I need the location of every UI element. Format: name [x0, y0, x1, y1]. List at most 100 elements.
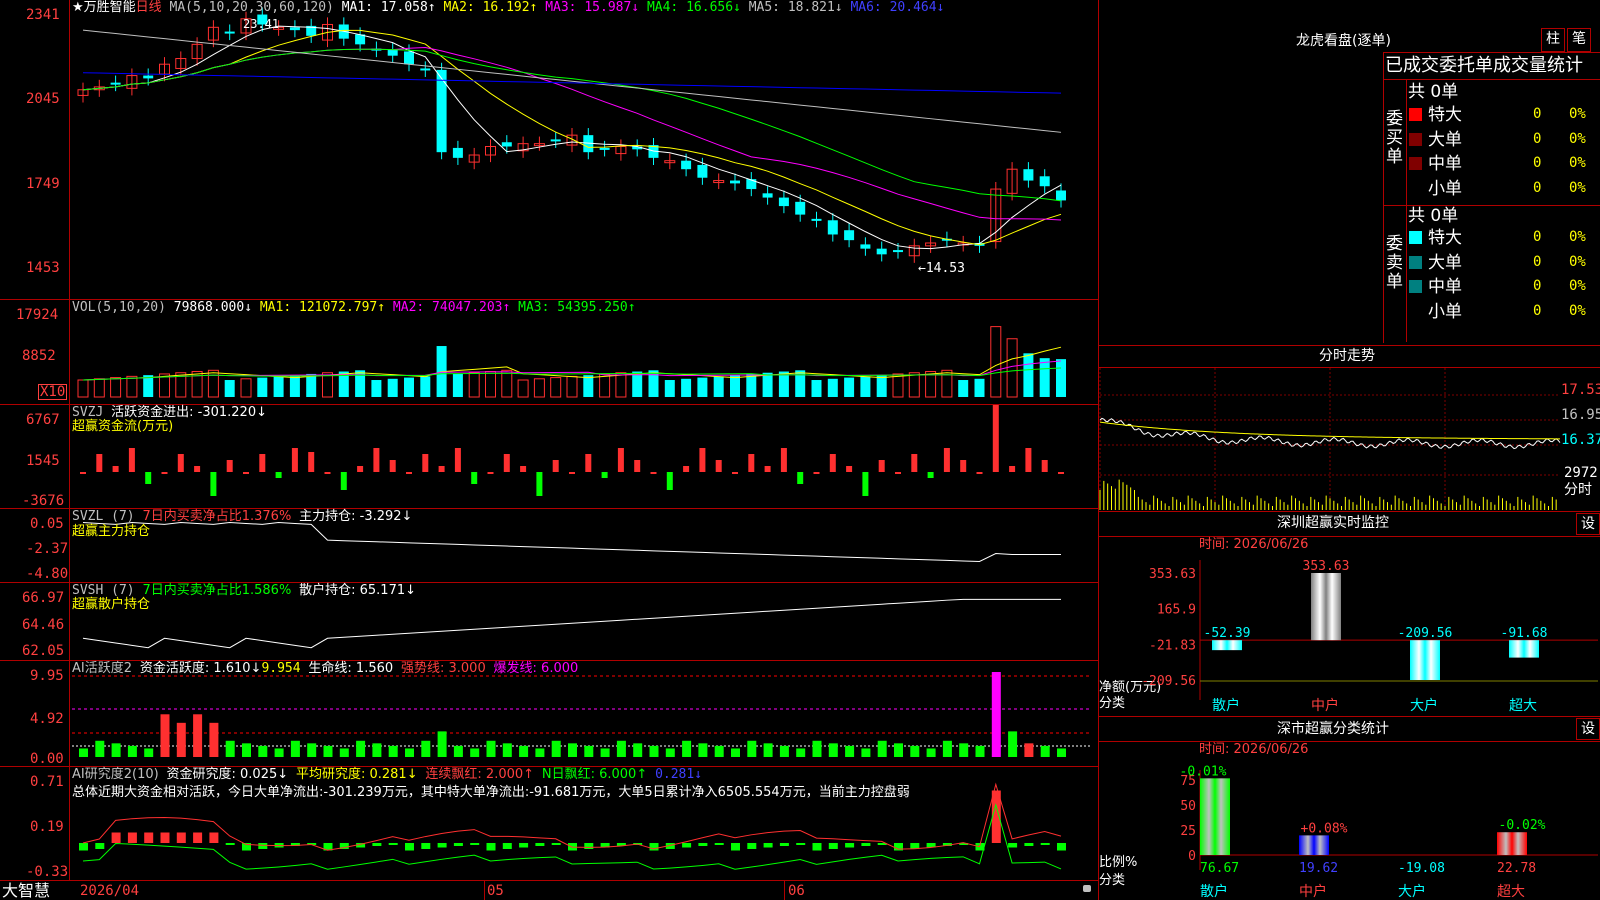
activity-bar	[258, 745, 268, 757]
research-bar	[845, 843, 855, 848]
buy-total: 共 0单	[1408, 82, 1459, 102]
ma4-line	[82, 48, 1062, 202]
candle-down	[1056, 190, 1066, 201]
activity-bar	[144, 748, 154, 757]
flow-bar	[943, 448, 950, 472]
research-bar	[763, 843, 773, 848]
candle-down	[1039, 176, 1050, 187]
candle-down	[501, 142, 512, 147]
flow-bar	[194, 466, 201, 472]
research-bar	[584, 843, 594, 849]
activity-bar	[405, 748, 414, 757]
vol-unit-badge[interactable]: X10	[38, 384, 68, 400]
volume-bar	[1006, 338, 1018, 398]
main-y-tick: 2045	[26, 91, 60, 107]
candle-down	[420, 68, 431, 71]
flow-bar	[927, 472, 934, 478]
activity-bar	[633, 743, 643, 757]
flow-bar	[585, 454, 592, 472]
monitor-settings-button[interactable]: 设	[1576, 513, 1600, 535]
ma5-value: MA5: 18.821↓	[748, 0, 843, 15]
activity-bar	[698, 743, 708, 757]
flow-bar	[699, 448, 706, 472]
activity-bar	[470, 748, 480, 757]
flow-bar	[601, 472, 608, 478]
ai-research-summary: 总体近期大资金相对活跃，今日大单净流出:-301.239万元，其中特大单净流出:…	[72, 785, 910, 800]
svzl-y-tick: -4.80	[26, 566, 69, 582]
flow-bar	[226, 460, 233, 472]
lock-icon[interactable]	[1083, 885, 1091, 892]
flow-bar	[210, 472, 217, 496]
candlestick-chart[interactable]	[0, 0, 1098, 900]
research-bar	[421, 843, 431, 849]
activity-bar	[714, 745, 724, 757]
candle-down	[681, 160, 692, 170]
flow-bar	[666, 472, 673, 490]
research-bar	[437, 843, 447, 848]
svzj-y-tick: -3676	[22, 493, 65, 509]
stock-title[interactable]: ★万胜智能	[72, 0, 136, 15]
color-swatch	[1409, 255, 1422, 269]
activity-bar	[372, 743, 382, 757]
research-bar	[747, 843, 757, 849]
vol-ma3: MA3: 54395.250↑	[518, 300, 636, 315]
flow-bar	[552, 460, 559, 472]
candle-down	[844, 230, 855, 241]
volume-bar	[762, 372, 773, 397]
intraday-y-tick: 16.95	[1561, 407, 1600, 423]
order-row-name: 小单	[1428, 178, 1462, 199]
candle-down	[811, 218, 822, 221]
activity-bar	[323, 745, 333, 757]
order-row-value: 0	[1533, 130, 1542, 147]
monitor-time: 时间: 2026/06/26	[1199, 537, 1309, 552]
research-bar	[209, 832, 219, 843]
order-row-name: 中单	[1428, 154, 1462, 174]
svzl-y-tick: -2.37	[26, 541, 69, 557]
tick-mode-button[interactable]: 笔	[1567, 28, 1591, 52]
activity-bar	[828, 743, 838, 757]
flow-bar	[617, 448, 624, 472]
candle-down	[224, 31, 235, 34]
classify-xlabel: 分类	[1099, 873, 1126, 888]
volume-bar	[746, 373, 757, 397]
order-row-pct: 0%	[1569, 106, 1586, 122]
bar-mode-button[interactable]: 柱	[1541, 28, 1565, 52]
month-axis-label: 05	[487, 883, 504, 899]
activity-bar	[910, 745, 920, 757]
candle-down	[893, 250, 903, 253]
research-bar	[551, 843, 561, 845]
intraday-y-tick: 17.53	[1561, 382, 1600, 398]
order-row-value: 0	[1533, 253, 1542, 270]
flow-bar	[536, 472, 543, 496]
svzj-text: 活跃资金进出: -301.220↓	[111, 405, 267, 420]
svzl-subtitle: 超赢主力持仓	[72, 524, 151, 539]
intraday-y-tick: 16.37	[1561, 432, 1600, 448]
flow-bar	[357, 466, 364, 472]
flow-bar	[128, 448, 135, 472]
research-bar	[405, 843, 414, 851]
intraday-panel[interactable]: 分时走势 17.53 16.95 16.37 2972 分时	[1099, 345, 1600, 511]
volume-bar	[958, 380, 969, 397]
volume-bar	[860, 376, 871, 397]
activity-bar	[519, 745, 529, 757]
svzj-y-tick: 6767	[26, 412, 60, 428]
svsh-subtitle: 超赢散户持仓	[72, 597, 151, 612]
order-row: 小单 0 0%	[1099, 178, 1600, 200]
order-row: 特大 0 0%	[1099, 227, 1600, 249]
flow-bar	[275, 472, 282, 478]
activity-bar	[779, 745, 789, 757]
flow-bar	[308, 452, 315, 472]
flow-bar	[324, 472, 331, 474]
month-axis-label: 06	[788, 883, 805, 899]
svsh-y-tick: 66.97	[22, 590, 65, 606]
dragon-header: 已成交委托单成交量统计	[1385, 55, 1583, 76]
high-price-marker: 23.41	[243, 17, 280, 31]
classify-settings-button[interactable]: 设	[1576, 718, 1600, 740]
period-label[interactable]: 日线	[136, 0, 162, 15]
classify-time: 时间: 2026/06/26	[1199, 742, 1309, 757]
flow-bar	[1041, 460, 1048, 472]
activity-bar	[845, 745, 855, 757]
ai-research-y-tick: -0.33	[26, 864, 69, 880]
research-line-green	[82, 803, 1062, 870]
activity-bar	[763, 743, 773, 757]
